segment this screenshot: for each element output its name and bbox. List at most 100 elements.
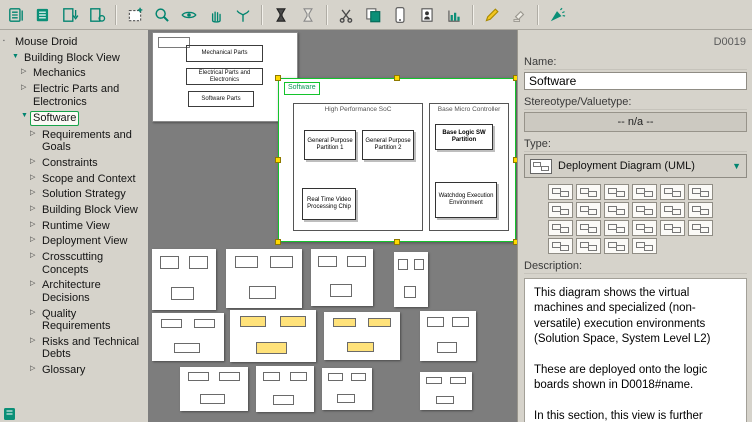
selection-handle[interactable] bbox=[513, 75, 517, 81]
expand-arrow-icon[interactable]: ▷ bbox=[30, 221, 40, 229]
diagram-type-option-icon[interactable] bbox=[604, 202, 629, 218]
tree-item-runtime-view[interactable]: ▷Runtime View bbox=[0, 220, 148, 233]
tree-item-requirements-and-goals[interactable]: ▷Requirements and Goals bbox=[0, 129, 148, 154]
expand-arrow-icon[interactable]: ▷ bbox=[30, 309, 40, 317]
tree-item-electric-parts-and-electronics[interactable]: ▷Electric Parts and Electronics bbox=[0, 83, 148, 108]
diagram-type-option-icon[interactable] bbox=[576, 202, 601, 218]
selection-handle[interactable] bbox=[513, 157, 517, 163]
name-input[interactable] bbox=[524, 72, 747, 90]
tree-item-scope-and-context[interactable]: ▷Scope and Context bbox=[0, 173, 148, 186]
diagram-type-option-icon[interactable] bbox=[632, 220, 657, 236]
diagram-type-option-icon[interactable] bbox=[548, 238, 573, 254]
paste-figure-button[interactable] bbox=[414, 2, 440, 28]
overview-box-software-parts[interactable]: Software Parts bbox=[188, 91, 254, 107]
selection-handle[interactable] bbox=[275, 239, 281, 245]
expand-arrow-icon[interactable]: ▷ bbox=[30, 189, 40, 197]
diagram-type-option-icon[interactable] bbox=[660, 220, 685, 236]
diagram-thumbnail[interactable] bbox=[324, 312, 400, 360]
diagram-type-option-icon[interactable] bbox=[688, 220, 713, 236]
selection-handle[interactable] bbox=[275, 75, 281, 81]
diagram-thumbnail[interactable] bbox=[420, 372, 472, 410]
diagram-type-option-icon[interactable] bbox=[548, 202, 573, 218]
diagram-type-option-icon[interactable] bbox=[632, 238, 657, 254]
type-dropdown[interactable]: Deployment Diagram (UML) ▼ bbox=[524, 154, 747, 178]
tree-item-risks-and-technical-debts[interactable]: ▷Risks and Technical Debts bbox=[0, 336, 148, 361]
node-general-purpose-partition-2[interactable]: General Purpose Partition 2 bbox=[362, 130, 414, 160]
expand-arrow-icon[interactable]: ▷ bbox=[30, 205, 40, 213]
high-performance-soc-container[interactable]: High Performance SoC General Purpose Par… bbox=[293, 103, 423, 231]
node-real-time-video-processing-chip[interactable]: Real Time Video Processing Chip bbox=[302, 188, 356, 220]
plant-grow-button[interactable] bbox=[230, 2, 256, 28]
tree-item-mechanics[interactable]: ▷Mechanics bbox=[0, 67, 148, 80]
pan-hand-button[interactable] bbox=[203, 2, 229, 28]
node-watchdog-execution-environment[interactable]: Watchdog Execution Environment bbox=[435, 182, 497, 218]
diagram-type-option-icon[interactable] bbox=[688, 184, 713, 200]
tree-item-solution-strategy[interactable]: ▷Solution Strategy bbox=[0, 188, 148, 201]
mobile-paste-button[interactable] bbox=[387, 2, 413, 28]
model-book-button[interactable] bbox=[3, 2, 29, 28]
diagram-type-option-icon[interactable] bbox=[604, 220, 629, 236]
node-general-purpose-partition-1[interactable]: General Purpose Partition 1 bbox=[304, 130, 356, 160]
diagram-type-option-icon[interactable] bbox=[604, 184, 629, 200]
tree-item-glossary[interactable]: ▷Glossary bbox=[0, 364, 148, 377]
selection-handle[interactable] bbox=[513, 239, 517, 245]
diagram-type-option-icon[interactable] bbox=[576, 184, 601, 200]
edit-pencil-button[interactable] bbox=[479, 2, 505, 28]
selection-handle[interactable] bbox=[275, 157, 281, 163]
node-base-logic-sw-partition[interactable]: Base Logic SW Partition bbox=[435, 124, 493, 150]
cut-button[interactable] bbox=[333, 2, 359, 28]
tree-item-architecture-decisions[interactable]: ▷Architecture Decisions bbox=[0, 279, 148, 304]
announce-horn-button[interactable] bbox=[544, 2, 570, 28]
tree-item-constraints[interactable]: ▷Constraints bbox=[0, 157, 148, 170]
diagram-type-option-icon[interactable] bbox=[632, 184, 657, 200]
expand-arrow-icon[interactable]: ▷ bbox=[30, 280, 40, 288]
diagram-thumbnail[interactable] bbox=[152, 249, 216, 310]
overview-box-mechanical-parts[interactable]: Mechanical Parts bbox=[186, 45, 263, 62]
diagram-thumbnail[interactable] bbox=[394, 252, 428, 307]
view-eye-button[interactable] bbox=[176, 2, 202, 28]
highlighter-button[interactable] bbox=[506, 2, 532, 28]
expand-arrow-icon[interactable]: ▷ bbox=[21, 68, 31, 76]
chart-button[interactable] bbox=[441, 2, 467, 28]
tree-item-building-block-view[interactable]: ▼Building Block View bbox=[0, 52, 148, 65]
tree-item-software[interactable]: ▼Software bbox=[0, 111, 148, 126]
expand-arrow-icon[interactable]: ▷ bbox=[30, 174, 40, 182]
history-hourglass-button[interactable] bbox=[268, 2, 294, 28]
collapse-arrow-icon[interactable]: ▼ bbox=[12, 53, 22, 61]
diagram-thumbnail[interactable] bbox=[180, 367, 248, 411]
wait-hourglass-button[interactable] bbox=[295, 2, 321, 28]
copy-button[interactable] bbox=[360, 2, 386, 28]
library-book-button[interactable] bbox=[84, 2, 110, 28]
expand-arrow-icon[interactable]: ▷ bbox=[30, 337, 40, 345]
expand-arrow-icon[interactable]: ▷ bbox=[21, 84, 31, 92]
diagram-type-option-icon[interactable] bbox=[548, 184, 573, 200]
diagram-type-option-icon[interactable] bbox=[576, 220, 601, 236]
expand-arrow-icon[interactable]: ▷ bbox=[30, 252, 40, 260]
diagram-thumbnail[interactable] bbox=[230, 310, 316, 362]
new-diagram-button[interactable] bbox=[122, 2, 148, 28]
diagram-thumbnail[interactable] bbox=[256, 366, 314, 412]
diagram-thumbnail[interactable] bbox=[322, 368, 372, 410]
save-book-button[interactable] bbox=[30, 2, 56, 28]
diagram-type-option-icon[interactable] bbox=[688, 202, 713, 218]
diagram-type-option-icon[interactable] bbox=[604, 238, 629, 254]
diagram-type-option-icon[interactable] bbox=[576, 238, 601, 254]
diagram-canvas[interactable]: Mechanical Parts Electrical Parts and El… bbox=[148, 30, 517, 422]
overview-box-electrical-parts[interactable]: Electrical Parts and Electronics bbox=[186, 68, 263, 85]
expand-arrow-icon[interactable]: ▷ bbox=[30, 365, 40, 373]
diagram-type-option-icon[interactable] bbox=[548, 220, 573, 236]
diagram-type-option-icon[interactable] bbox=[660, 202, 685, 218]
import-book-button[interactable] bbox=[57, 2, 83, 28]
tree-item-building-block-view[interactable]: ▷Building Block View bbox=[0, 204, 148, 217]
selection-handle[interactable] bbox=[394, 239, 400, 245]
diagram-type-option-icon[interactable] bbox=[632, 202, 657, 218]
diagram-thumbnail[interactable] bbox=[226, 249, 302, 308]
expand-arrow-icon[interactable]: ▷ bbox=[30, 236, 40, 244]
diagram-thumbnail[interactable] bbox=[152, 313, 224, 361]
selection-handle[interactable] bbox=[394, 75, 400, 81]
base-micro-controller-container[interactable]: Base Micro Controller Base Logic SW Part… bbox=[429, 103, 509, 231]
selected-software-diagram[interactable]: Software High Performance SoC General Pu… bbox=[278, 78, 516, 242]
description-text[interactable]: This diagram shows the virtual machines … bbox=[524, 278, 747, 422]
tree-item-deployment-view[interactable]: ▷Deployment View bbox=[0, 235, 148, 248]
diagram-thumbnail[interactable] bbox=[311, 249, 373, 306]
